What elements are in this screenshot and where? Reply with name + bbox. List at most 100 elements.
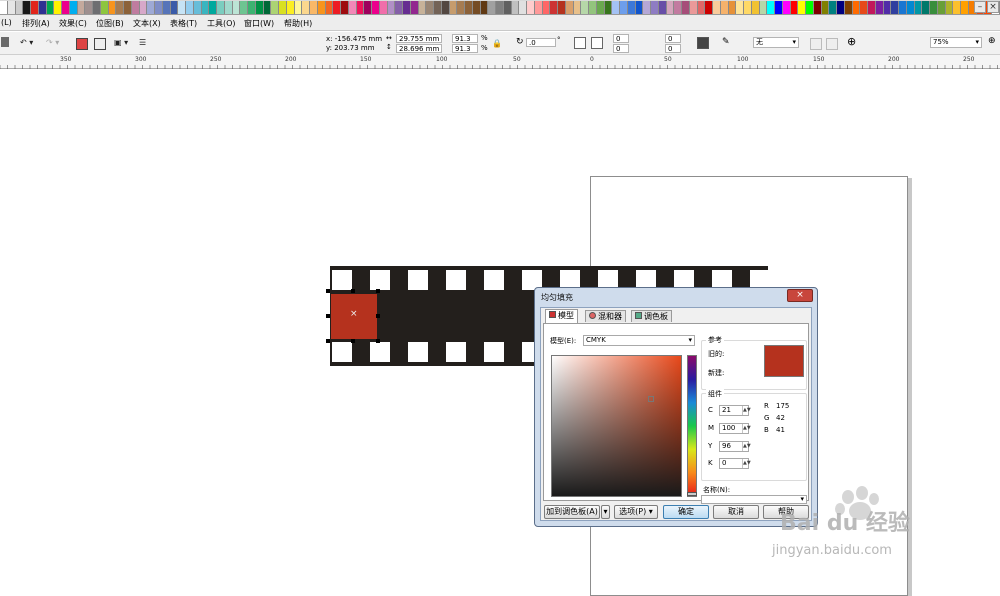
color-picker-marker[interactable] bbox=[648, 396, 654, 402]
corner-top-right[interactable]: 0 bbox=[665, 34, 681, 43]
palette-swatch[interactable] bbox=[147, 1, 155, 14]
palette-swatch[interactable] bbox=[705, 1, 713, 14]
lock-ratio-icon[interactable]: 🔒 bbox=[492, 39, 502, 48]
redo-icon[interactable]: ↷ ▾ bbox=[46, 36, 59, 50]
palette-swatch[interactable] bbox=[263, 1, 272, 14]
palette-swatch[interactable] bbox=[364, 1, 372, 14]
palette-swatch[interactable] bbox=[914, 1, 923, 14]
palette-swatch[interactable] bbox=[682, 1, 690, 14]
palette-swatch[interactable] bbox=[643, 1, 651, 14]
palette-swatch[interactable] bbox=[937, 1, 946, 14]
tab-mixer[interactable]: 混和器 bbox=[585, 310, 626, 322]
palette-swatch[interactable] bbox=[341, 1, 349, 14]
selection-handle[interactable] bbox=[326, 314, 330, 318]
palette-swatch[interactable] bbox=[217, 1, 225, 14]
palette-swatch[interactable] bbox=[310, 1, 318, 14]
palette-swatch[interactable] bbox=[891, 1, 899, 14]
horizontal-ruler[interactable]: 350 300 250 200 150 100 50 0 50 100 150 … bbox=[0, 55, 1000, 69]
close-window-button[interactable]: × bbox=[987, 1, 999, 13]
c-field[interactable]: 21 ▲▼ bbox=[719, 405, 751, 416]
palette-swatch[interactable] bbox=[232, 1, 241, 14]
outline-width-select[interactable]: 无 ▾ bbox=[753, 37, 799, 48]
palette-swatch[interactable] bbox=[193, 1, 202, 14]
import-icon[interactable] bbox=[76, 38, 88, 50]
palette-swatch[interactable] bbox=[751, 1, 760, 14]
palette-swatch[interactable] bbox=[728, 1, 737, 14]
palette-swatch[interactable] bbox=[441, 1, 450, 14]
palette-swatch[interactable] bbox=[666, 1, 675, 14]
zoom-select[interactable]: 75% ▾ bbox=[930, 37, 982, 48]
selection-handle[interactable] bbox=[376, 289, 380, 293]
palette-swatch[interactable] bbox=[651, 1, 659, 14]
palette-swatch[interactable] bbox=[674, 1, 682, 14]
menu-arrange[interactable]: 排列(A) bbox=[22, 18, 50, 29]
palette-swatch[interactable] bbox=[38, 1, 47, 14]
palette-swatch[interactable] bbox=[736, 1, 744, 14]
model-select[interactable]: CMYK ▾ bbox=[583, 335, 695, 346]
palette-swatch[interactable] bbox=[395, 1, 403, 14]
palette-swatch[interactable] bbox=[565, 1, 574, 14]
paste-icon[interactable] bbox=[1, 37, 9, 47]
palette-swatch[interactable] bbox=[279, 1, 287, 14]
palette-swatch[interactable] bbox=[317, 1, 326, 14]
menu-help[interactable]: 帮助(H) bbox=[284, 18, 312, 29]
corner-top-left[interactable]: 0 bbox=[613, 34, 629, 43]
palette-swatch[interactable] bbox=[821, 1, 830, 14]
palette-swatch[interactable] bbox=[457, 1, 465, 14]
palette-swatch[interactable] bbox=[775, 1, 783, 14]
palette-swatch[interactable] bbox=[356, 1, 365, 14]
cancel-button[interactable]: 取消 bbox=[713, 505, 759, 519]
palette-swatch[interactable] bbox=[155, 1, 163, 14]
palette-swatch[interactable] bbox=[496, 1, 504, 14]
y-spin-arrows[interactable]: ▲▼ bbox=[742, 442, 751, 451]
palette-swatch[interactable] bbox=[69, 1, 78, 14]
palette-swatch[interactable] bbox=[612, 1, 620, 14]
palette-swatch[interactable] bbox=[348, 1, 357, 14]
palette-swatch[interactable] bbox=[542, 1, 551, 14]
undo-icon[interactable]: ↶ ▾ bbox=[20, 36, 33, 50]
selection-handle[interactable] bbox=[326, 289, 330, 293]
palette-swatch[interactable] bbox=[961, 1, 969, 14]
palette-swatch[interactable] bbox=[116, 1, 124, 14]
palette-swatch[interactable] bbox=[85, 1, 93, 14]
palette-swatch[interactable] bbox=[178, 1, 186, 14]
corner-bottom-right[interactable]: 0 bbox=[665, 44, 681, 53]
selection-handle[interactable] bbox=[326, 339, 330, 343]
palette-swatch[interactable] bbox=[527, 1, 535, 14]
palette-swatch[interactable] bbox=[658, 1, 667, 14]
menu-window[interactable]: 窗口(W) bbox=[244, 18, 274, 29]
convert-curves-icon[interactable]: ⊕ bbox=[847, 35, 856, 48]
palette-swatch[interactable] bbox=[410, 1, 419, 14]
x-position[interactable]: x: -156.475 mm bbox=[326, 35, 382, 43]
width-field[interactable]: 29.755 mm bbox=[396, 34, 442, 43]
palette-swatch[interactable] bbox=[589, 1, 597, 14]
add-to-palette-button[interactable]: 加到调色板(A) bbox=[544, 505, 600, 519]
palette-swatch[interactable] bbox=[744, 1, 752, 14]
palette-swatch[interactable] bbox=[689, 1, 698, 14]
palette-swatch[interactable] bbox=[15, 1, 24, 14]
selection-handle[interactable] bbox=[376, 314, 380, 318]
to-front-icon[interactable] bbox=[810, 38, 822, 50]
export-icon[interactable] bbox=[94, 38, 106, 50]
palette-swatch[interactable] bbox=[325, 1, 334, 14]
palette-swatch[interactable] bbox=[31, 1, 39, 14]
palette-swatch[interactable] bbox=[403, 1, 411, 14]
palette-swatch[interactable] bbox=[7, 1, 16, 14]
palette-swatch[interactable] bbox=[286, 1, 295, 14]
palette-swatch[interactable] bbox=[813, 1, 822, 14]
mirror-vertical-icon[interactable] bbox=[591, 37, 603, 49]
palette-swatch[interactable] bbox=[387, 1, 396, 14]
palette-swatch[interactable] bbox=[0, 1, 8, 14]
y-position[interactable]: y: 203.73 mm bbox=[326, 44, 375, 52]
palette-swatch[interactable] bbox=[837, 1, 845, 14]
palette-swatch[interactable] bbox=[426, 1, 434, 14]
palette-swatch[interactable] bbox=[868, 1, 876, 14]
c-spin-arrows[interactable]: ▲▼ bbox=[742, 406, 751, 415]
palette-swatch[interactable] bbox=[581, 1, 589, 14]
palette-swatch[interactable] bbox=[930, 1, 938, 14]
rotation-field[interactable]: .0 bbox=[526, 38, 556, 47]
color-field[interactable] bbox=[551, 355, 682, 497]
palette-swatch[interactable] bbox=[472, 1, 481, 14]
palette-swatch[interactable] bbox=[124, 1, 132, 14]
hue-slider-handle[interactable] bbox=[687, 492, 697, 496]
